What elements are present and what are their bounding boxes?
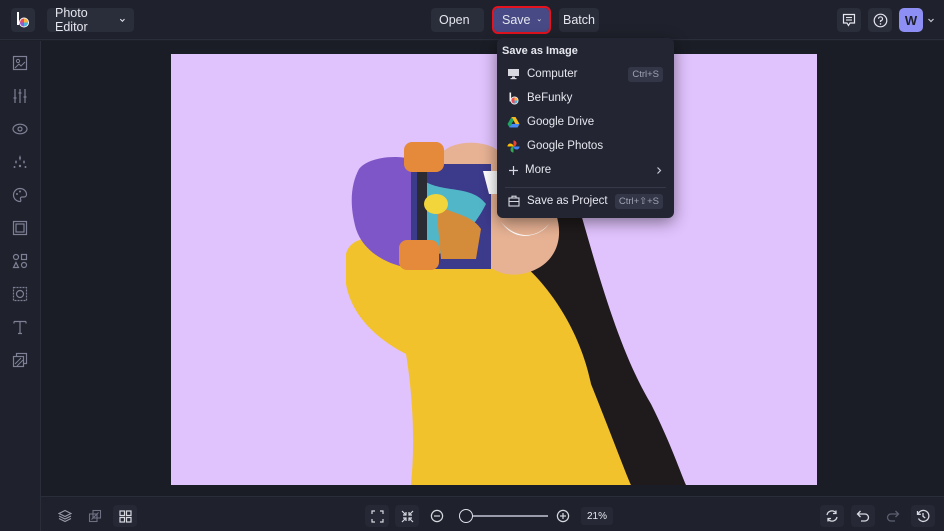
monitor-icon <box>507 68 520 81</box>
befunky-logo-icon <box>17 12 29 28</box>
save-as-project-label: Save as Project <box>527 195 608 207</box>
eye-icon <box>12 123 28 135</box>
compare-button[interactable] <box>820 505 844 527</box>
befunky-logo[interactable] <box>11 8 35 32</box>
open-button[interactable]: Open <box>431 8 484 32</box>
zoom-slider-track[interactable] <box>461 515 548 517</box>
layers-icon <box>58 509 72 523</box>
more-save-options-item[interactable]: More <box>497 159 674 181</box>
bottom-bar <box>41 496 944 531</box>
sidebar-item-text[interactable] <box>10 317 30 337</box>
redo-button[interactable] <box>881 505 905 527</box>
text-icon <box>13 320 27 335</box>
transform-icon <box>88 509 102 523</box>
photo-canvas[interactable] <box>171 54 817 485</box>
texture-icon <box>12 352 28 368</box>
save-to-computer-item[interactable]: Computer Ctrl+S <box>497 63 674 85</box>
sliders-icon <box>13 89 27 103</box>
top-bar: Photo Editor Open Save Batch W <box>0 0 944 40</box>
sidebar-item-effects[interactable] <box>10 152 30 172</box>
save-dropdown-menu: Save as Image Computer Ctrl+S BeFunky Go… <box>497 38 674 218</box>
actual-size-button[interactable] <box>395 505 419 527</box>
chevron-down-icon <box>120 18 126 22</box>
overlay-icon <box>12 286 28 302</box>
shrink-icon <box>401 510 413 522</box>
sidebar-item-frames[interactable] <box>10 218 30 238</box>
google-drive-icon <box>507 116 520 129</box>
history-icon <box>916 509 930 523</box>
comment-icon <box>842 13 856 27</box>
sidebar-item-touch-up[interactable] <box>10 119 30 139</box>
batch-label: Batch <box>563 13 595 27</box>
user-avatar[interactable]: W <box>899 8 923 32</box>
google-photos-icon <box>507 140 520 153</box>
sidebar-item-artsy[interactable] <box>10 185 30 205</box>
frame-icon <box>12 220 28 236</box>
layers-button[interactable] <box>53 505 77 527</box>
chevron-right-icon <box>657 166 662 174</box>
account-chevron-icon[interactable] <box>927 16 935 24</box>
plus-icon <box>507 164 520 177</box>
save-button[interactable]: Save <box>492 6 551 34</box>
editor-menu-button[interactable]: Photo Editor <box>47 6 134 34</box>
computer-label: Computer <box>527 68 578 80</box>
feedback-button[interactable] <box>837 8 861 32</box>
chevron-down-icon <box>537 19 541 22</box>
more-label: More <box>525 164 552 176</box>
photo-subject <box>346 138 686 485</box>
save-as-project-item[interactable]: Save as Project Ctrl+⇧+S <box>497 190 674 212</box>
briefcase-icon <box>507 195 520 208</box>
zoom-in-icon[interactable] <box>556 509 570 523</box>
fit-to-screen-button[interactable] <box>365 505 389 527</box>
befunky-label: BeFunky <box>527 92 573 104</box>
google-photos-label: Google Photos <box>527 140 604 152</box>
sidebar-item-graphics[interactable] <box>10 251 30 271</box>
left-sidebar <box>0 41 41 531</box>
undo-button[interactable] <box>851 505 875 527</box>
grid-icon <box>118 509 132 523</box>
sparkles-icon <box>13 155 27 168</box>
refresh-icon <box>826 510 838 522</box>
help-icon <box>873 13 887 27</box>
batch-button[interactable]: Batch <box>559 8 599 32</box>
save-to-befunky-item[interactable]: BeFunky <box>497 87 674 109</box>
resize-button[interactable] <box>83 505 107 527</box>
sidebar-item-textures[interactable] <box>10 350 30 370</box>
history-button[interactable] <box>911 505 935 527</box>
palette-icon <box>12 187 28 203</box>
collage-grid-button[interactable] <box>113 505 137 527</box>
google-drive-label: Google Drive <box>527 116 595 128</box>
redo-icon <box>886 510 900 522</box>
expand-icon <box>370 509 384 523</box>
befunky-logo-icon <box>507 92 520 105</box>
save-as-project-shortcut: Ctrl+⇧+S <box>614 193 663 209</box>
save-to-google-photos-item[interactable]: Google Photos <box>497 135 674 157</box>
save-label: Save <box>502 13 531 27</box>
shapes-icon <box>12 253 28 269</box>
image-icon <box>12 55 28 71</box>
sidebar-item-edit[interactable] <box>10 86 30 106</box>
help-button[interactable] <box>868 8 892 32</box>
sidebar-item-overlays[interactable] <box>10 284 30 304</box>
save-to-google-drive-item[interactable]: Google Drive <box>497 111 674 133</box>
undo-icon <box>856 510 870 522</box>
open-label: Open <box>439 13 470 27</box>
editor-menu-label: Photo Editor <box>55 6 88 34</box>
computer-shortcut: Ctrl+S <box>628 66 663 82</box>
save-as-image-heading: Save as Image <box>502 45 578 57</box>
zoom-out-icon[interactable] <box>430 509 444 523</box>
menu-divider <box>505 187 666 188</box>
zoom-percentage[interactable]: 21% <box>581 507 613 525</box>
sidebar-item-image-tools[interactable] <box>10 53 30 73</box>
